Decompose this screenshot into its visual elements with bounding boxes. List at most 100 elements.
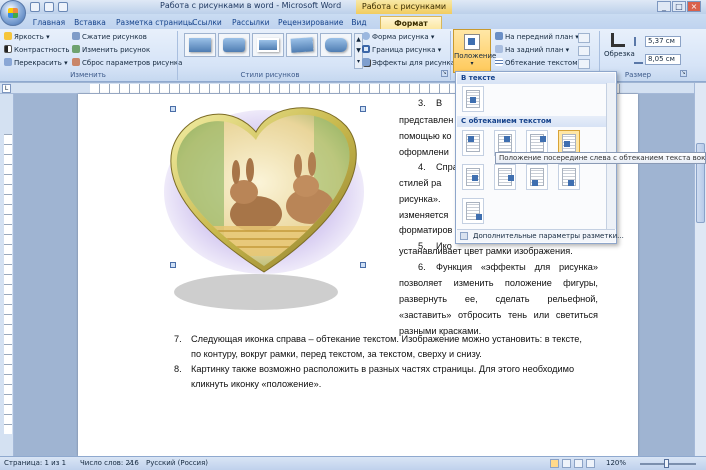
gallery-section-wrap: С обтеканием текстом [457,116,615,127]
doc-line: развернуть ее, сделать рельефной, [399,294,598,304]
compress-pictures-button[interactable]: Сжатие рисунков [72,32,147,42]
position-option[interactable] [462,130,484,156]
doc-line: позволяет изменить положение фигуры, [399,278,598,288]
print-layout-view-button[interactable] [550,459,559,468]
tab-selector-icon[interactable]: L [2,84,11,93]
window-title: Работа с рисунками в word - Microsoft Wo… [160,1,342,10]
picture-style-thumb[interactable] [286,33,318,57]
heart-picture[interactable] [164,106,374,326]
picture-tools-title: Работа с рисунками [356,0,452,14]
height-field[interactable]: 5,37 см [645,36,681,47]
gallery-section-inline: В тексте [457,73,615,84]
brightness-icon [4,32,12,40]
tab-page-layout[interactable]: Разметка страницы [116,16,194,29]
send-to-back-button[interactable]: На задний план ▾ [495,45,569,55]
position-option-inline[interactable] [462,86,484,112]
redo-icon[interactable] [58,2,68,12]
position-icon [464,34,480,50]
picture-border-button[interactable]: Граница рисунка ▾ [362,45,441,55]
doc-line: Следующая иконка справа – обтекание текс… [191,334,582,344]
office-button[interactable] [0,0,26,26]
doc-line: устанавливает цвет рамки изображения. [399,246,573,256]
minimize-icon[interactable]: _ [657,1,671,12]
doc-line: форматиров [399,225,453,235]
doc-line: Картинку также возможно расположить в ра… [191,364,575,374]
position-option[interactable] [462,198,484,224]
zoom-level[interactable]: 120% [606,459,626,467]
full-screen-view-button[interactable] [562,459,571,468]
close-icon[interactable]: × [687,1,701,12]
change-picture-icon [72,45,80,53]
tooltip: Положение посередине слева с обтеканием … [495,152,706,164]
size-group-label: Размер [624,71,652,79]
outline-view-button[interactable] [586,459,595,468]
reset-picture-button[interactable]: Сброс параметров рисунка [72,58,182,68]
picture-style-thumb[interactable] [218,33,250,57]
position-option[interactable] [526,164,548,190]
dialog-launcher-icon[interactable]: ↘ [680,70,687,77]
picture-effects-button[interactable]: Эффекты для рисунка ▾ [362,58,461,68]
bring-to-front-button[interactable]: На передний план ▾ [495,32,579,42]
dialog-launcher-icon[interactable]: ↘ [441,70,448,77]
tab-references[interactable]: Ссылки [192,16,222,29]
picture-shape-button[interactable]: Форма рисунка ▾ [362,32,434,42]
change-picture-button[interactable]: Изменить рисунок [72,45,150,55]
crop-button[interactable]: Обрезка [604,33,635,69]
tab-home[interactable]: Главная [32,16,66,29]
tab-format[interactable]: Формат [380,16,442,29]
doc-line: оформлени [399,147,449,157]
position-option[interactable] [558,164,580,190]
save-icon[interactable] [30,2,40,12]
vertical-scrollbar[interactable] [694,83,706,456]
page-count[interactable]: Страница: 1 из 1 [4,459,66,467]
rotate-icon[interactable] [578,59,590,69]
bring-front-icon [495,32,503,40]
border-icon [362,45,370,53]
tab-mailings[interactable]: Рассылки [232,16,270,29]
position-option[interactable] [494,164,516,190]
list-number: 6. [418,262,426,272]
language-indicator[interactable]: Русский (Россия) [146,459,208,467]
adjust-group-label: Изменить [70,71,106,79]
picture-style-thumb[interactable] [184,33,216,57]
crop-icon [611,33,625,47]
position-option[interactable] [462,164,484,190]
web-layout-view-button[interactable] [574,459,583,468]
recolor-button[interactable]: Перекрасить ▾ [4,58,68,68]
tab-review[interactable]: Рецензирование [278,16,343,29]
proofing-icon[interactable]: ✓ [128,459,134,467]
undo-icon[interactable] [44,2,54,12]
doc-line: представлен [399,115,454,125]
effects-icon [362,58,370,66]
group-separator [450,31,451,80]
align-icon[interactable] [578,33,590,43]
list-number: 8. [174,364,182,374]
tab-insert[interactable]: Вставка [74,16,106,29]
contrast-icon [4,45,12,53]
restore-icon[interactable]: □ [672,1,686,12]
height-icon [634,37,643,46]
selection-handle[interactable] [360,106,366,112]
selection-handle[interactable] [170,262,176,268]
selection-handle[interactable] [360,262,366,268]
zoom-slider-knob[interactable] [664,459,669,468]
status-bar: Страница: 1 из 1 Число слов: 216 ✓ Русск… [0,456,706,470]
picture-style-thumb[interactable] [252,33,284,57]
width-icon [634,55,643,64]
width-field[interactable]: 8,05 см [645,54,681,65]
doc-line: рисунка». [399,194,441,204]
text-wrapping-button[interactable]: Обтекание текстом ▾ [495,58,583,68]
picture-style-thumb[interactable] [320,33,352,57]
contrast-button[interactable]: Контрастность ▾ [4,45,75,55]
list-number: 3. [418,98,426,108]
list-number: 7. [174,334,182,344]
doc-line: изменяется [399,210,449,220]
tab-view[interactable]: Вид [350,16,368,29]
position-button[interactable]: Положение ▾ [453,29,496,73]
selection-handle[interactable] [170,106,176,112]
vertical-ruler[interactable] [0,94,14,456]
group-icon[interactable] [578,46,590,56]
brightness-button[interactable]: Яркость ▾ [4,32,50,42]
more-layout-options[interactable]: Дополнительные параметры разметки... [457,229,624,242]
title-bar [0,0,706,14]
